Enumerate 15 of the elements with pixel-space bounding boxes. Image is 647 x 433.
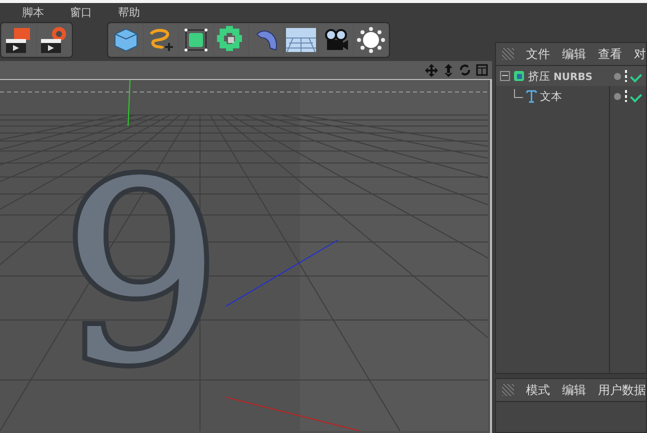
menu-item[interactable]: 模式 bbox=[526, 382, 550, 398]
menu-item[interactable]: 帮助 bbox=[118, 6, 140, 18]
object-row[interactable]: 挤压 NURBS bbox=[496, 66, 646, 86]
menu-item[interactable]: 用户数据 bbox=[598, 382, 646, 398]
menu-item[interactable]: 脚本 bbox=[22, 6, 44, 18]
object-name: 文本 bbox=[540, 88, 562, 104]
menu-item[interactable]: 查看 bbox=[598, 46, 622, 62]
extruded-digit: 9 bbox=[62, 128, 222, 419]
menu-item[interactable]: 文件 bbox=[526, 46, 550, 62]
menu-item[interactable]: 编辑 bbox=[562, 382, 586, 398]
menu-item[interactable]: 对 bbox=[634, 46, 646, 62]
menu-item[interactable]: 窗口 bbox=[70, 6, 92, 18]
object-row[interactable]: 文本 bbox=[496, 86, 646, 106]
object-name: 挤压 NURBS bbox=[528, 68, 593, 84]
menu-item[interactable]: 编辑 bbox=[562, 46, 586, 62]
